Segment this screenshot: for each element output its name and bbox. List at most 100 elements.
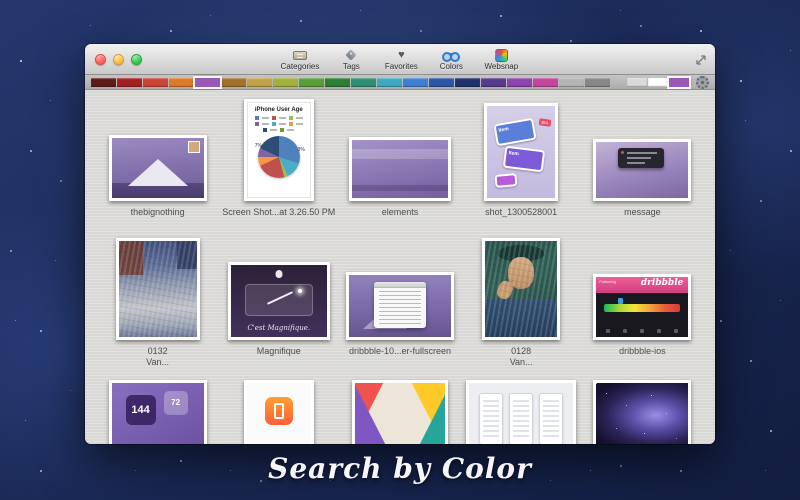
color-swatch-white[interactable] — [648, 78, 668, 87]
color-swatch[interactable] — [403, 78, 428, 87]
phone-mockup-graphic — [539, 393, 563, 444]
toolbar-item-tags[interactable]: Tags — [333, 49, 369, 71]
categories-icon — [293, 49, 307, 61]
thumbnail-frame[interactable] — [346, 272, 454, 340]
grid-item-shot[interactable]: Item Item 3EA shot_1300528001 — [461, 98, 582, 218]
coat-graphic — [485, 299, 557, 337]
current-color-swatch[interactable] — [669, 78, 689, 87]
grid-row: 144 72 — [97, 368, 703, 444]
color-swatch[interactable] — [169, 78, 194, 87]
building-graphic — [177, 241, 197, 269]
grid-item-mockups[interactable] — [461, 368, 582, 444]
fullscreen-button[interactable] — [695, 53, 707, 65]
grid-item-screenshot[interactable]: iPhone User Age 7% 3% Screen Shot...at 3… — [218, 98, 339, 218]
grid-item-magnifique[interactable]: C'est Magnifique. Magnifique — [218, 218, 339, 368]
grid-row: thebignothing iPhone User Age 7% 3% — [97, 98, 703, 218]
mountain-peak-graphic — [128, 159, 188, 186]
zoom-button[interactable] — [131, 54, 142, 65]
thumbnail-frame[interactable]: 144 72 — [109, 380, 207, 444]
thumbnail-label: dribbble-ios — [619, 346, 666, 357]
thumbnail-phone-icon — [247, 383, 311, 444]
color-swatch-gray[interactable] — [627, 78, 647, 87]
thumbnail-frame[interactable] — [352, 380, 448, 444]
thumbnail-frame[interactable]: C'est Magnifique. — [228, 262, 330, 340]
grid-item-clock-tiles[interactable]: 144 72 — [97, 368, 218, 444]
grid-item-thebignothing[interactable]: thebignothing — [97, 98, 218, 218]
color-swatch-selected[interactable] — [195, 78, 220, 87]
grid-item-message[interactable]: message — [582, 98, 703, 218]
color-swatch[interactable] — [247, 78, 272, 87]
color-swatch[interactable] — [533, 78, 558, 87]
grid-item-0128[interactable]: 0128 Van... — [461, 218, 582, 368]
gear-icon[interactable] — [696, 76, 709, 89]
grid-item-dribbble-fullscreen[interactable]: dribbble-10...er-fullscreen — [339, 218, 460, 368]
notification-popup-graphic — [618, 148, 664, 168]
thumbnail-frame[interactable] — [593, 380, 691, 444]
color-swatch[interactable] — [117, 78, 142, 87]
toolbar-label: Categories — [281, 62, 320, 71]
color-swatch[interactable] — [455, 78, 480, 87]
color-swatch[interactable] — [299, 78, 324, 87]
thumbnail-label: dribbble-10...er-fullscreen — [349, 346, 451, 357]
thumbnail-frame[interactable] — [244, 380, 314, 444]
toolbar-label: Favorites — [385, 62, 418, 71]
grid-item-dribbble-ios[interactable]: Following dribbble dribbble-ios — [582, 218, 703, 368]
thumbnail-frame[interactable] — [349, 137, 451, 201]
item-badge: 3EA — [538, 118, 550, 127]
close-button[interactable] — [95, 54, 106, 65]
color-swatch[interactable] — [377, 78, 402, 87]
thumbnail-dribbble-ios: Following dribbble — [596, 277, 688, 337]
thumbnail-frame[interactable] — [466, 380, 576, 444]
document-window-graphic — [374, 282, 426, 328]
app-window: Categories Tags ♥ Favorites Colors Websn… — [85, 44, 715, 444]
text-line — [627, 152, 657, 154]
dribbble-logo-text: dribbble — [641, 278, 683, 288]
phone-mockup-graphic — [479, 393, 503, 444]
thumbnail-frame[interactable] — [482, 238, 560, 340]
pie-legend — [248, 114, 310, 132]
thumbnail-frame[interactable]: iPhone User Age 7% 3% — [244, 99, 314, 201]
color-swatch[interactable] — [429, 78, 454, 87]
item-card-graphic: Item — [503, 146, 545, 173]
color-swatch[interactable] — [481, 78, 506, 87]
thumbnail-frame[interactable]: Item Item 3EA — [484, 103, 558, 201]
grid-item-0132[interactable]: 0132 Van... — [97, 218, 218, 368]
thumbnail-message — [596, 142, 688, 198]
fullscreen-arrow-icon — [695, 54, 707, 66]
color-swatch[interactable] — [507, 78, 532, 87]
grid-item-elements[interactable]: elements — [339, 98, 460, 218]
minimize-button[interactable] — [113, 54, 124, 65]
glasses-icon — [442, 49, 460, 61]
clock-tile: 72 — [164, 391, 188, 415]
color-swatch[interactable] — [143, 78, 168, 87]
color-filter-strip — [85, 75, 715, 90]
thumbnail-sublabel: Van... — [510, 357, 533, 368]
toolbar-item-favorites[interactable]: ♥ Favorites — [383, 49, 419, 71]
thumbnail-geometric-art — [355, 383, 445, 444]
toolbar-item-websnap[interactable]: Websnap — [483, 49, 519, 71]
avatar-badge — [188, 141, 200, 153]
thumbnail-grid: thebignothing iPhone User Age 7% 3% — [85, 90, 715, 444]
thumbnail-frame[interactable] — [109, 135, 207, 201]
color-swatch[interactable] — [351, 78, 376, 87]
color-swatch[interactable] — [273, 78, 298, 87]
grid-item-galaxy[interactable] — [582, 368, 703, 444]
thumbnail-label: elements — [382, 207, 419, 218]
toolbar-item-colors[interactable]: Colors — [433, 49, 469, 71]
color-swatch[interactable] — [585, 78, 610, 87]
toolbar-label: Websnap — [485, 62, 519, 71]
color-swatch[interactable] — [325, 78, 350, 87]
thumbnail-frame[interactable] — [593, 139, 691, 201]
thumbnail-thebignothing — [112, 138, 204, 198]
hand-graphic — [496, 279, 515, 301]
color-swatch[interactable] — [91, 78, 116, 87]
grid-item-phone-icon[interactable] — [218, 368, 339, 444]
grid-item-geometric[interactable] — [339, 368, 460, 444]
wallpaper-caption: Search by Color — [0, 452, 800, 485]
thumbnail-frame[interactable]: Following dribbble — [593, 274, 691, 340]
toolbar-item-categories[interactable]: Categories — [281, 49, 320, 71]
color-swatch[interactable] — [221, 78, 246, 87]
toolbar-dots-graphic — [606, 329, 678, 333]
color-swatch[interactable] — [559, 78, 584, 87]
thumbnail-frame[interactable] — [116, 238, 200, 340]
